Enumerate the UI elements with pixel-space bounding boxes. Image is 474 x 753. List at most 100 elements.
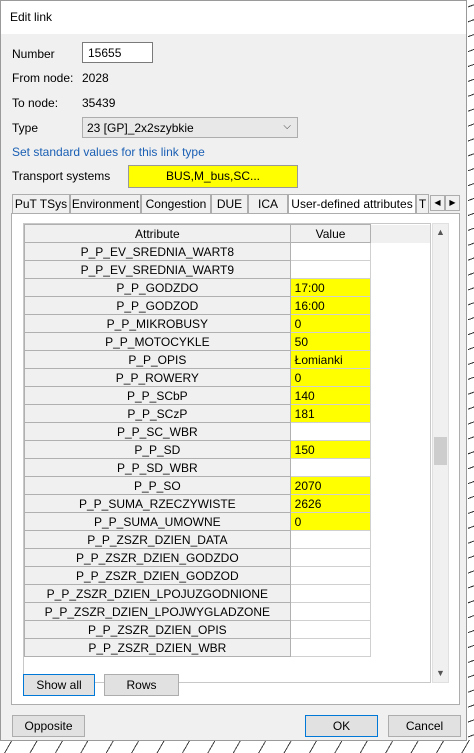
row-filler bbox=[370, 566, 430, 585]
show-all-button[interactable]: Show all bbox=[23, 674, 95, 696]
chevron-down-icon: ⌵ bbox=[283, 121, 291, 132]
attribute-value-cell[interactable] bbox=[289, 260, 372, 279]
table-row[interactable]: P_P_SCbP 140 bbox=[24, 386, 430, 405]
tab-put-tsys[interactable]: PuT TSys bbox=[12, 194, 70, 214]
column-header-attribute[interactable]: Attribute bbox=[24, 224, 291, 243]
tab-congestion[interactable]: Congestion bbox=[141, 194, 211, 214]
table-row[interactable]: P_P_ZSZR_DZIEN_WBR bbox=[24, 638, 430, 657]
attribute-value-cell[interactable]: 181 bbox=[289, 404, 372, 423]
row-filler bbox=[370, 242, 430, 261]
table-row[interactable]: P_P_ZSZR_DZIEN_GODZOD bbox=[24, 566, 430, 585]
table-row[interactable]: P_P_ZSZR_DZIEN_DATA bbox=[24, 530, 430, 549]
table-row[interactable]: P_P_OPIS Łomianki bbox=[24, 350, 430, 369]
attribute-value-cell[interactable] bbox=[289, 458, 372, 477]
attribute-value-cell[interactable]: 150 bbox=[289, 440, 372, 459]
attribute-value-cell[interactable]: 17:00 bbox=[289, 278, 372, 297]
attribute-value-cell[interactable] bbox=[289, 548, 372, 567]
table-row[interactable]: P_P_EV_SREDNIA_WART9 bbox=[24, 260, 430, 279]
table-row[interactable]: P_P_SO 2070 bbox=[24, 476, 430, 495]
window-title: Edit link bbox=[1, 1, 466, 34]
table-row[interactable]: P_P_ZSZR_DZIEN_LPOJUZGODNIONE bbox=[24, 584, 430, 603]
attribute-name-cell: P_P_SD_WBR bbox=[24, 458, 291, 477]
tab-scroll-arrows: ◀ ▶ bbox=[430, 195, 460, 211]
set-standard-values-link[interactable]: Set standard values for this link type bbox=[12, 145, 205, 159]
cancel-button[interactable]: Cancel bbox=[388, 715, 461, 737]
row-filler bbox=[370, 476, 430, 495]
attribute-name-cell: P_P_GODZOD bbox=[24, 296, 291, 315]
table-row[interactable]: P_P_MOTOCYKLE 50 bbox=[24, 332, 430, 351]
from-node-value: 2028 bbox=[82, 71, 109, 85]
triangle-right-icon[interactable]: ▶ bbox=[445, 195, 460, 211]
attribute-value-cell[interactable] bbox=[289, 242, 372, 261]
tab-truncated[interactable]: T bbox=[416, 194, 429, 214]
attribute-name-cell: P_P_SCbP bbox=[24, 386, 291, 405]
scroll-down-icon[interactable]: ▼ bbox=[433, 665, 448, 682]
to-node-label: To node: bbox=[12, 96, 59, 110]
ok-button[interactable]: OK bbox=[305, 715, 378, 737]
attribute-value-cell[interactable]: Łomianki bbox=[289, 350, 372, 369]
attribute-name-cell: P_P_ROWERY bbox=[24, 368, 291, 387]
type-select[interactable]: 23 [GP]_2x2szybkie ⌵ bbox=[82, 117, 298, 138]
attribute-name-cell: P_P_ZSZR_DZIEN_LPOJUZGODNIONE bbox=[24, 584, 291, 603]
opposite-button[interactable]: Opposite bbox=[12, 715, 85, 737]
rows-button[interactable]: Rows bbox=[104, 674, 179, 696]
table-row[interactable]: P_P_ZSZR_DZIEN_GODZDO bbox=[24, 548, 430, 567]
attribute-value-cell[interactable] bbox=[289, 422, 372, 441]
attribute-value-cell[interactable] bbox=[289, 566, 372, 585]
table-row[interactable]: P_P_GODZOD 16:00 bbox=[24, 296, 430, 315]
attribute-value-cell[interactable]: 140 bbox=[289, 386, 372, 405]
vertical-scrollbar[interactable]: ▲ ▼ bbox=[432, 223, 449, 683]
attribute-value-cell[interactable]: 0 bbox=[289, 512, 372, 531]
table-row[interactable]: P_P_MIKROBUSY 0 bbox=[24, 314, 430, 333]
attribute-value-cell[interactable]: 0 bbox=[289, 368, 372, 387]
number-input[interactable]: 15655 bbox=[82, 42, 153, 63]
column-header-value[interactable]: Value bbox=[289, 224, 372, 243]
attribute-value-cell[interactable]: 50 bbox=[289, 332, 372, 351]
attribute-value-cell[interactable]: 2070 bbox=[289, 476, 372, 495]
tab-due[interactable]: DUE bbox=[211, 194, 248, 214]
scroll-up-icon[interactable]: ▲ bbox=[433, 224, 448, 241]
table-row[interactable]: P_P_ROWERY 0 bbox=[24, 368, 430, 387]
row-filler bbox=[370, 530, 430, 549]
transport-systems-button[interactable]: BUS,M_bus,SC... bbox=[128, 165, 298, 188]
table-row[interactable]: P_P_SD 150 bbox=[24, 440, 430, 459]
table-row[interactable]: P_P_ZSZR_DZIEN_LPOJWYGLADZONE bbox=[24, 602, 430, 621]
table-row[interactable]: P_P_EV_SREDNIA_WART8 bbox=[24, 242, 430, 261]
row-filler bbox=[370, 422, 430, 441]
tab-ica[interactable]: ICA bbox=[248, 194, 288, 214]
row-filler bbox=[370, 332, 430, 351]
triangle-left-icon[interactable]: ◀ bbox=[430, 195, 445, 211]
tab-environment[interactable]: Environment bbox=[70, 194, 141, 214]
background-map-bottom bbox=[0, 740, 474, 753]
attribute-name-cell: P_P_SC_WBR bbox=[24, 422, 291, 441]
attribute-value-cell[interactable] bbox=[289, 602, 372, 621]
attribute-name-cell: P_P_SUMA_RZECZYWISTE bbox=[24, 494, 291, 513]
attribute-value-cell[interactable]: 16:00 bbox=[289, 296, 372, 315]
row-filler bbox=[370, 278, 430, 297]
table-row[interactable]: P_P_ZSZR_DZIEN_OPIS bbox=[24, 620, 430, 639]
row-filler bbox=[370, 548, 430, 567]
table-row[interactable]: P_P_SCzP 181 bbox=[24, 404, 430, 423]
table-row[interactable]: P_P_SUMA_RZECZYWISTE 2626 bbox=[24, 494, 430, 513]
row-filler bbox=[370, 440, 430, 459]
grid-body: P_P_EV_SREDNIA_WART8 P_P_EV_SREDNIA_WART9… bbox=[24, 242, 430, 657]
attributes-panel: Attribute Value P_P_EV_SREDNIA_WART8 P_P_… bbox=[11, 213, 460, 705]
table-row[interactable]: P_P_SUMA_UMOWNE 0 bbox=[24, 512, 430, 531]
table-row[interactable]: P_P_SD_WBR bbox=[24, 458, 430, 477]
table-row[interactable]: P_P_SC_WBR bbox=[24, 422, 430, 441]
attribute-name-cell: P_P_ZSZR_DZIEN_OPIS bbox=[24, 620, 291, 639]
table-row[interactable]: P_P_GODZDO 17:00 bbox=[24, 278, 430, 297]
scroll-thumb[interactable] bbox=[434, 437, 447, 465]
transport-systems-label: Transport systems bbox=[12, 169, 111, 183]
type-label: Type bbox=[12, 121, 39, 135]
attribute-value-cell[interactable]: 2626 bbox=[289, 494, 372, 513]
attribute-value-cell[interactable] bbox=[289, 620, 372, 639]
tab-user-defined-attributes[interactable]: User-defined attributes bbox=[288, 194, 416, 215]
row-filler bbox=[370, 260, 430, 279]
attribute-name-cell: P_P_ZSZR_DZIEN_GODZOD bbox=[24, 566, 291, 585]
attribute-value-cell[interactable] bbox=[289, 638, 372, 657]
attribute-value-cell[interactable] bbox=[289, 584, 372, 603]
attribute-value-cell[interactable] bbox=[289, 530, 372, 549]
attribute-value-cell[interactable]: 0 bbox=[289, 314, 372, 333]
attributes-grid: Attribute Value P_P_EV_SREDNIA_WART8 P_P_… bbox=[23, 223, 431, 683]
